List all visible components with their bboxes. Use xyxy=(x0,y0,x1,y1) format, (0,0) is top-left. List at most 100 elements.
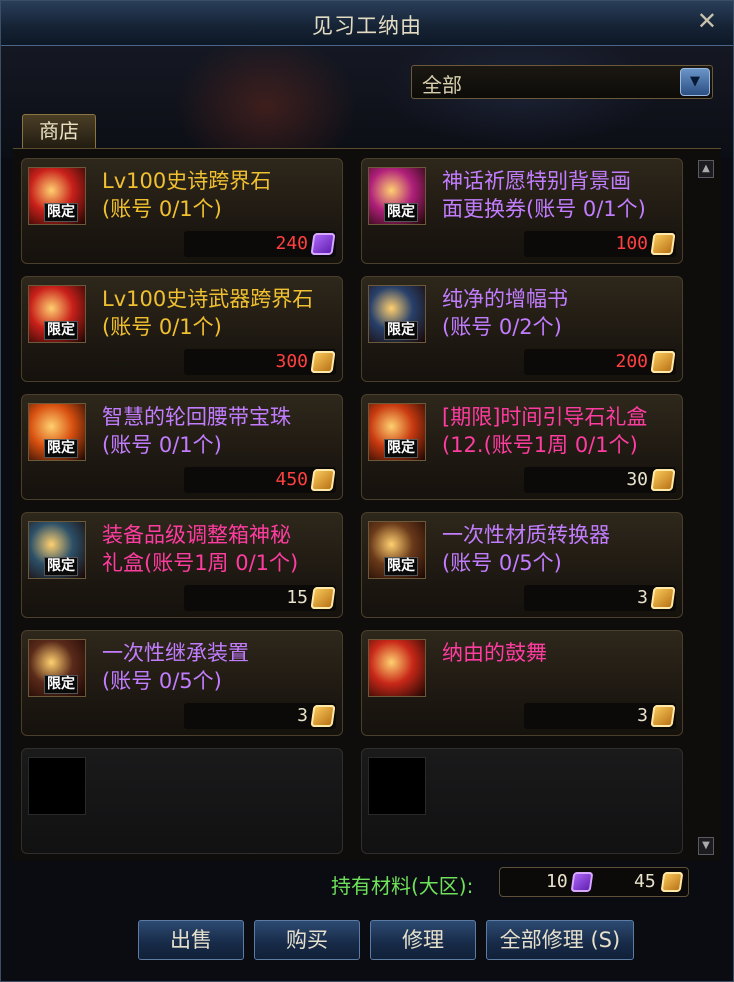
shop-item-card[interactable]: 限定 装备品级调整箱神秘 礼盒(账号1周 0/1个) 15 xyxy=(21,512,343,618)
item-name-line1: 纳由的鼓舞 xyxy=(442,641,547,665)
item-price: 300 xyxy=(275,351,308,372)
item-name-line2: (账号 0/2个) xyxy=(442,315,562,339)
shop-item-card[interactable]: 纳由的鼓舞 3 xyxy=(361,630,683,736)
gold-currency-icon xyxy=(660,872,684,892)
shop-item-card[interactable]: 限定 智慧的轮回腰带宝珠 (账号 0/1个) 450 xyxy=(21,394,343,500)
item-name-line2: (账号 0/1个) xyxy=(102,197,222,221)
item-name-line1: [期限]时间引导石礼盒 xyxy=(442,405,648,429)
price-box: 240 xyxy=(184,231,336,257)
item-name-line2: (账号 0/5个) xyxy=(442,551,562,575)
tab-shop[interactable]: 商店 xyxy=(22,114,96,148)
dropdown-arrow-icon[interactable]: ▼ xyxy=(680,68,710,96)
price-box: 3 xyxy=(524,703,676,729)
limited-badge: 限定 xyxy=(44,557,78,576)
shop-window: 见习工纳由 ✕ 全部 ▼ 商店 限定 Lv100史诗跨界石 (账号 0/1个) 240… xyxy=(0,0,734,982)
empty-item-slot[interactable] xyxy=(361,748,683,854)
belt-orb-icon[interactable]: 限定 xyxy=(28,403,86,461)
price-box: 3 xyxy=(184,703,336,729)
gold-currency-icon xyxy=(310,351,336,373)
shop-item-card[interactable]: 限定 纯净的增幅书 (账号 0/2个) 200 xyxy=(361,276,683,382)
gold-currency-icon xyxy=(650,351,676,373)
item-price: 240 xyxy=(275,233,308,254)
item-name: Lv100史诗跨界石 (账号 0/1个) xyxy=(102,167,338,223)
item-name: 纯净的增幅书 (账号 0/2个) xyxy=(442,285,678,341)
repair-button[interactable]: 修理 xyxy=(370,920,476,960)
shop-item-card[interactable]: 限定 [期限]时间引导石礼盒 (12.(账号1周 0/1个) 30 xyxy=(361,394,683,500)
empty-slot-icon[interactable] xyxy=(28,757,86,815)
window-title: 见习工纳由 xyxy=(312,14,422,38)
shop-item-card[interactable]: 限定 神话祈愿特别背景画 面更换券(账号 0/1个) 100 xyxy=(361,158,683,264)
myth-wish-ticket-icon[interactable]: 限定 xyxy=(368,167,426,225)
gold-currency-icon xyxy=(650,705,676,727)
filter-selected-label: 全部 xyxy=(422,73,462,97)
title-bar[interactable]: 见习工纳由 ✕ xyxy=(1,1,733,46)
grade-box-gift-icon[interactable]: 限定 xyxy=(28,521,86,579)
item-name-line2: 面更换券(账号 0/1个) xyxy=(442,197,646,221)
empty-slot-icon[interactable] xyxy=(368,757,426,815)
item-name: 纳由的鼓舞 xyxy=(442,639,678,667)
sell-button[interactable]: 出售 xyxy=(138,920,244,960)
repair-all-button[interactable]: 全部修理 (S) xyxy=(486,920,634,960)
item-name-line1: 一次性继承装置 xyxy=(102,641,249,665)
price-box: 15 xyxy=(184,585,336,611)
item-price: 3 xyxy=(637,587,648,608)
item-price: 30 xyxy=(626,469,648,490)
limited-badge: 限定 xyxy=(44,203,78,222)
scroll-down-button[interactable]: ▼ xyxy=(698,837,714,855)
item-price: 450 xyxy=(275,469,308,490)
limited-badge: 限定 xyxy=(44,439,78,458)
item-name-line2: (12.(账号1周 0/1个) xyxy=(442,433,638,457)
item-name-line1: Lv100史诗武器跨界石 xyxy=(102,287,314,311)
limited-badge: 限定 xyxy=(44,321,78,340)
price-box: 300 xyxy=(184,349,336,375)
item-name: 装备品级调整箱神秘 礼盒(账号1周 0/1个) xyxy=(102,521,338,577)
item-icon-art xyxy=(369,640,425,696)
amplify-book-icon[interactable]: 限定 xyxy=(368,285,426,343)
limited-badge: 限定 xyxy=(384,439,418,458)
shop-item-card[interactable]: 限定 一次性继承装置 (账号 0/5个) 3 xyxy=(21,630,343,736)
gold-currency-icon xyxy=(650,587,676,609)
item-name: Lv100史诗武器跨界石 (账号 0/1个) xyxy=(102,285,338,341)
material-converter-icon[interactable]: 限定 xyxy=(368,521,426,579)
item-name-line1: 纯净的增幅书 xyxy=(442,287,568,311)
holdings-label: 持有材料(大区): xyxy=(331,874,474,898)
item-name-line2: (账号 0/1个) xyxy=(102,433,222,457)
item-name-line2: (账号 0/5个) xyxy=(102,669,222,693)
price-box: 100 xyxy=(524,231,676,257)
item-name: 神话祈愿特别背景画 面更换券(账号 0/1个) xyxy=(442,167,678,223)
item-price: 3 xyxy=(297,705,308,726)
holdings-purple-amount: 10 xyxy=(546,871,568,892)
epic-cross-stone-icon[interactable]: 限定 xyxy=(28,167,86,225)
holdings-gold-amount: 45 xyxy=(634,871,656,892)
epic-weapon-cross-stone-icon[interactable]: 限定 xyxy=(28,285,86,343)
item-name-line1: Lv100史诗跨界石 xyxy=(102,169,272,193)
item-name-line1: 一次性材质转换器 xyxy=(442,523,610,547)
gold-currency-icon xyxy=(310,469,336,491)
buy-button[interactable]: 购买 xyxy=(254,920,360,960)
shop-item-card[interactable]: 限定 Lv100史诗武器跨界石 (账号 0/1个) 300 xyxy=(21,276,343,382)
holdings-box: 10 45 xyxy=(499,867,689,897)
item-name-line2: (账号 0/1个) xyxy=(102,315,222,339)
scroll-up-button[interactable]: ▲ xyxy=(698,160,714,178)
time-stone-gift-icon[interactable]: 限定 xyxy=(368,403,426,461)
category-filter-dropdown[interactable]: 全部 ▼ xyxy=(411,65,713,99)
item-name: [期限]时间引导石礼盒 (12.(账号1周 0/1个) xyxy=(442,403,678,459)
empty-item-slot[interactable] xyxy=(21,748,343,854)
gold-currency-icon xyxy=(650,233,676,255)
purple-currency-icon xyxy=(310,233,336,255)
price-box: 3 xyxy=(524,585,676,611)
shop-item-panel: 限定 Lv100史诗跨界石 (账号 0/1个) 240 限定 神话祈愿特别背景画 面更换券(… xyxy=(13,148,721,861)
shop-item-card[interactable]: 限定 一次性材质转换器 (账号 0/5个) 3 xyxy=(361,512,683,618)
price-box: 450 xyxy=(184,467,336,493)
limited-badge: 限定 xyxy=(44,675,78,694)
item-name-line1: 装备品级调整箱神秘 xyxy=(102,523,291,547)
item-name-line2: 礼盒(账号1周 0/1个) xyxy=(102,551,299,575)
inherit-device-icon[interactable]: 限定 xyxy=(28,639,86,697)
item-name: 一次性继承装置 (账号 0/5个) xyxy=(102,639,338,695)
item-price: 15 xyxy=(286,587,308,608)
gold-currency-icon xyxy=(310,705,336,727)
item-name-line1: 神话祈愿特别背景画 xyxy=(442,169,631,193)
close-icon[interactable]: ✕ xyxy=(697,7,717,35)
shop-item-card[interactable]: 限定 Lv100史诗跨界石 (账号 0/1个) 240 xyxy=(21,158,343,264)
nayu-encouragement-icon[interactable] xyxy=(368,639,426,697)
